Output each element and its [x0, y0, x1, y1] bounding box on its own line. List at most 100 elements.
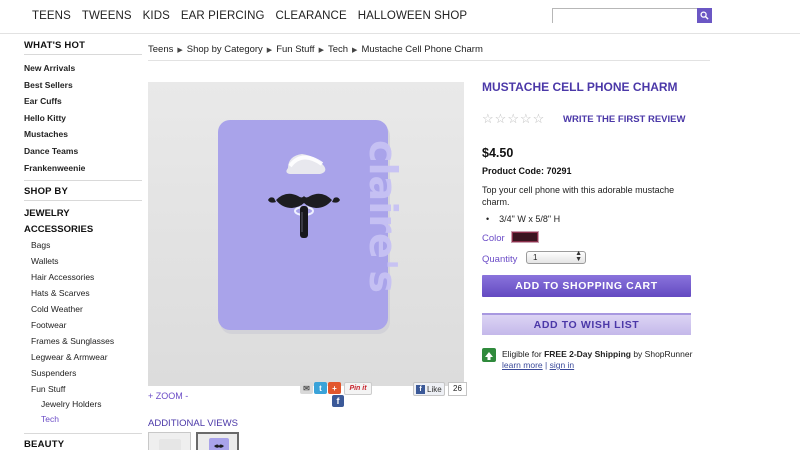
breadcrumb-teens[interactable]: Teens	[148, 44, 173, 55]
shop-by-heading: SHOP BY	[24, 186, 68, 198]
sidebar-item-hair-accessories[interactable]: Hair Accessories	[24, 269, 142, 285]
rating-stars[interactable]: ☆ ☆ ☆ ☆ ☆	[482, 112, 544, 125]
email-icon[interactable]: ✉	[300, 382, 313, 394]
add-to-cart-button[interactable]: ADD TO SHOPPING CART	[482, 275, 691, 297]
thumbnail-view-2[interactable]	[196, 432, 239, 450]
card-brand-text: claire's	[361, 140, 405, 293]
sidebar-category-beauty[interactable]: BEAUTY	[24, 439, 142, 450]
breadcrumb-fun-stuff[interactable]: Fun Stuff	[276, 44, 314, 55]
thumbnail-image	[198, 434, 237, 450]
sidebar-item-jewelry-holders[interactable]: Jewelry Holders	[24, 397, 142, 412]
facebook-like: f Like 26	[413, 382, 467, 396]
sidebar-item-best-sellers[interactable]: Best Sellers	[24, 77, 142, 94]
product-image[interactable]: claire's	[148, 82, 464, 386]
sidebar-item-fun-stuff[interactable]: Fun Stuff	[24, 381, 142, 397]
top-navigation: TEENS TWEENS KIDS EAR PIERCING CLEARANCE…	[0, 0, 800, 34]
add-to-wish-list-button[interactable]: ADD TO WISH LIST	[482, 313, 691, 335]
search-input[interactable]	[553, 12, 698, 26]
whats-hot-heading: WHAT'S HOT	[24, 40, 86, 51]
sidebar-item-dance-teams[interactable]: Dance Teams	[24, 143, 142, 160]
sidebar-divider	[24, 200, 142, 202]
star-empty-icon: ☆	[482, 111, 494, 126]
breadcrumb-divider	[148, 60, 710, 61]
facebook-icon: f	[416, 384, 425, 394]
learn-more-link[interactable]: learn more	[502, 360, 543, 370]
sidebar-item-new-arrivals[interactable]: New Arrivals	[24, 60, 142, 77]
chevron-right-icon: ▶	[266, 46, 273, 54]
color-swatch[interactable]	[511, 231, 539, 243]
twitter-icon[interactable]: t	[314, 382, 327, 394]
search-icon	[700, 11, 709, 20]
thumbnail-view-1[interactable]	[148, 432, 191, 450]
product-description: Top your cell phone with this adorable m…	[482, 185, 675, 207]
chevron-right-icon: ▶	[318, 46, 324, 54]
quantity-value: 1	[533, 253, 538, 262]
facebook-icon[interactable]: f	[332, 395, 344, 407]
breadcrumb-current: Mustache Cell Phone Charm	[361, 44, 483, 55]
zoom-control[interactable]: + ZOOM -	[148, 391, 188, 401]
nav-teens[interactable]: TEENS	[32, 10, 71, 22]
sidebar-item-suspenders[interactable]: Suspenders	[24, 365, 142, 381]
plus-share-icon[interactable]: +	[328, 382, 341, 394]
logo-fragment[interactable]	[560, 0, 700, 2]
pin-it-button[interactable]: Pin it	[344, 382, 372, 395]
product-price: $4.50	[482, 146, 514, 160]
nav-kids[interactable]: KIDS	[143, 10, 170, 22]
sign-in-link[interactable]: sign in	[550, 360, 575, 370]
nav-clearance[interactable]: CLEARANCE	[276, 10, 347, 22]
additional-views-title: ADDITIONAL VIEWS	[148, 418, 238, 429]
star-empty-icon: ☆	[494, 111, 507, 126]
shoprunner-icon	[482, 348, 496, 362]
like-count: 26	[448, 382, 467, 396]
nav-tweens[interactable]: TWEENS	[82, 10, 132, 22]
breadcrumb: Teens ▶ Shop by Category ▶ Fun Stuff ▶ T…	[148, 44, 483, 55]
sidebar-item-mustaches[interactable]: Mustaches	[24, 126, 142, 143]
top-divider	[0, 33, 800, 34]
star-empty-icon: ☆	[507, 111, 519, 126]
sidebar-divider	[24, 180, 142, 182]
like-button[interactable]: f Like	[413, 382, 445, 396]
sidebar-divider	[24, 433, 142, 435]
chevron-right-icon: ▶	[352, 46, 358, 54]
thumbnail-image	[149, 433, 190, 450]
sidebar-item-wallets[interactable]: Wallets	[24, 253, 142, 269]
like-label: Like	[427, 384, 442, 394]
sidebar-item-footwear[interactable]: Footwear	[24, 317, 142, 333]
sidebar-item-bags[interactable]: Bags	[24, 237, 142, 253]
sidebar-item-frames-sunglasses[interactable]: Frames & Sunglasses	[24, 333, 142, 349]
shipping-prefix: Eligible for	[502, 349, 545, 359]
product-dimensions: 3/4" W x 5/8" H	[482, 214, 560, 224]
shipping-eligibility: Eligible for FREE 2-Day Shipping by Shop…	[502, 349, 692, 359]
quantity-label: Quantity	[482, 254, 518, 265]
select-arrows-icon: ▲ ▼	[575, 250, 582, 263]
shipping-suffix: by ShopRunner	[630, 349, 693, 359]
breadcrumb-tech[interactable]: Tech	[328, 44, 348, 55]
sidebar-item-cold-weather[interactable]: Cold Weather	[24, 301, 142, 317]
sidebar-item-tech[interactable]: Tech	[24, 412, 142, 427]
quantity-select[interactable]: 1 ▲ ▼	[526, 250, 586, 264]
shoprunner-links: learn more | sign in	[502, 360, 574, 370]
sidebar-item-ear-cuffs[interactable]: Ear Cuffs	[24, 93, 142, 110]
write-review-link[interactable]: WRITE THE FIRST REVIEW	[563, 114, 685, 125]
search-box	[552, 8, 712, 26]
sidebar-item-hello-kitty[interactable]: Hello Kitty	[24, 110, 142, 127]
shipping-free: FREE 2-Day Shipping	[544, 349, 631, 359]
sidebar-item-hats-scarves[interactable]: Hats & Scarves	[24, 285, 142, 301]
color-label: Color	[482, 233, 505, 244]
breadcrumb-shop-by-category[interactable]: Shop by Category	[187, 44, 263, 55]
product-code: Product Code: 70291	[482, 166, 572, 176]
nav-ear-piercing[interactable]: EAR PIERCING	[181, 10, 265, 22]
product-photo: claire's	[148, 82, 464, 386]
sidebar-category-jewelry[interactable]: JEWELRY	[24, 206, 142, 222]
share-bar: ✉ t + Pin it	[300, 382, 372, 395]
nav-halloween-shop[interactable]: HALLOWEEN SHOP	[358, 10, 467, 22]
link-divider: |	[542, 360, 550, 370]
chevron-right-icon: ▶	[177, 46, 183, 54]
sidebar-item-frankenweenie[interactable]: Frankenweenie	[24, 160, 142, 177]
product-title: MUSTACHE CELL PHONE CHARM	[482, 80, 678, 94]
sidebar-category-accessories[interactable]: ACCESSORIES	[24, 222, 142, 238]
sidebar-item-legwear-armwear[interactable]: Legwear & Armwear	[24, 349, 142, 365]
sidebar-divider	[24, 54, 142, 55]
star-empty-icon: ☆	[532, 111, 545, 126]
search-button[interactable]	[697, 8, 712, 23]
